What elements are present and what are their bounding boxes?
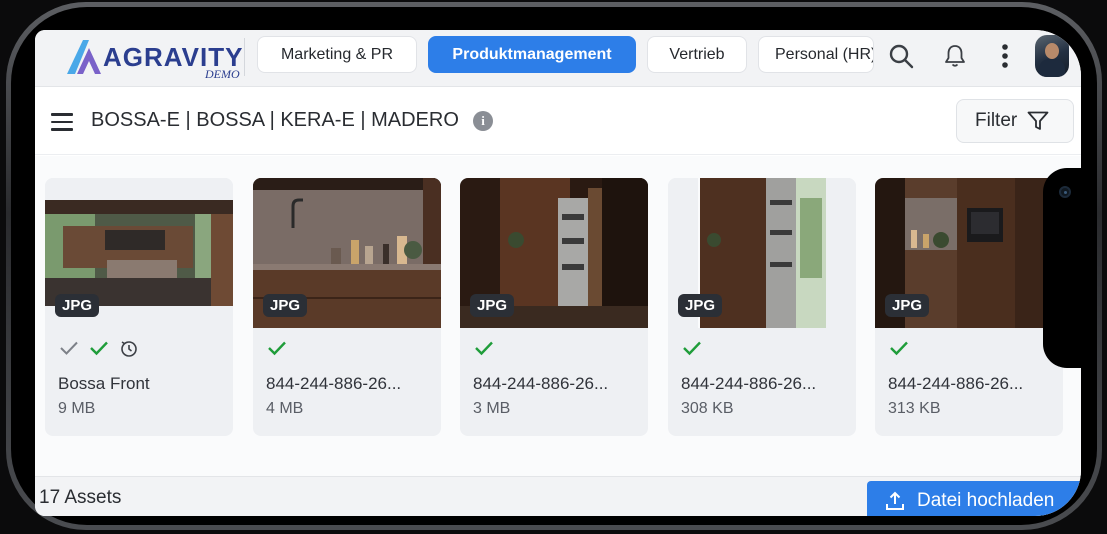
- file-type-badge: JPG: [55, 294, 100, 317]
- asset-name: 844-244-886-26...: [266, 374, 402, 393]
- camera-icon: [1059, 186, 1071, 198]
- more-vertical-icon[interactable]: [987, 38, 1023, 74]
- asset-card[interactable]: JPG 844-244-886-26... 4 MB: [253, 178, 441, 436]
- check-green-icon: [475, 341, 493, 356]
- file-type-badge: JPG: [470, 294, 515, 317]
- asset-name: 844-244-886-26...: [888, 374, 1024, 393]
- tab-vertrieb[interactable]: Vertrieb: [647, 36, 747, 73]
- history-icon: [121, 341, 137, 357]
- asset-card[interactable]: JPG 844-244-886-26... 313 KB: [875, 178, 1063, 436]
- check-green-icon: [90, 341, 108, 356]
- asset-status: [889, 338, 909, 358]
- check-green-icon: [890, 341, 908, 356]
- asset-status: [682, 338, 702, 358]
- upload-label: Datei hochladen: [917, 490, 1055, 511]
- top-bar: AGRAVITY DEMO Marketing & PR Produktmana…: [35, 30, 1081, 87]
- logo-mark-icon: [67, 40, 101, 74]
- tab-personal-hr[interactable]: Personal (HR): [758, 36, 874, 73]
- check-green-icon: [683, 341, 701, 356]
- collection-bar: BOSSA-E | BOSSA | KERA-E | MADERO i Filt…: [35, 87, 1081, 155]
- user-avatar[interactable]: [1035, 35, 1069, 77]
- asset-card[interactable]: JPG 844-244-886-26... 3 MB: [460, 178, 648, 436]
- tab-marketing-pr[interactable]: Marketing & PR: [257, 36, 417, 73]
- file-type-badge: JPG: [263, 294, 308, 317]
- asset-name: Bossa Front: [58, 374, 150, 393]
- check-green-icon: [268, 341, 286, 356]
- asset-card[interactable]: JPG 844-244-886-26... 308 KB: [668, 178, 856, 436]
- agravity-logo[interactable]: AGRAVITY DEMO: [65, 36, 242, 81]
- asset-status: [59, 338, 139, 358]
- asset-status: [474, 338, 494, 358]
- asset-size: 4 MB: [266, 400, 304, 417]
- asset-size: 9 MB: [58, 400, 96, 417]
- file-type-badge: JPG: [678, 294, 723, 317]
- asset-size: 313 KB: [888, 400, 941, 417]
- bell-icon[interactable]: [937, 38, 973, 74]
- menu-icon[interactable]: [51, 113, 73, 131]
- asset-size: 3 MB: [473, 400, 511, 417]
- asset-size: 308 KB: [681, 400, 734, 417]
- asset-grid: JPG Bossa Front 9 MB JPG 844-244-886-26.…: [35, 156, 1081, 496]
- filter-button[interactable]: Filter: [956, 99, 1074, 143]
- asset-name: 844-244-886-26...: [473, 374, 609, 393]
- footer-bar: 17 Assets Datei hochladen: [35, 476, 1081, 516]
- camera-notch: [1043, 168, 1093, 368]
- assets-count: 17 Assets: [39, 487, 122, 508]
- header-divider: [244, 38, 245, 76]
- filter-label: Filter: [975, 110, 1018, 131]
- upload-button[interactable]: Datei hochladen: [867, 481, 1081, 516]
- info-icon[interactable]: i: [473, 111, 493, 131]
- logo-sub: DEMO: [205, 67, 240, 81]
- check-gray-icon: [60, 341, 78, 355]
- upload-icon: [886, 491, 904, 510]
- filter-icon: [1027, 111, 1049, 130]
- file-type-badge: JPG: [885, 294, 930, 317]
- app-screen: AGRAVITY DEMO Marketing & PR Produktmana…: [35, 30, 1081, 516]
- asset-name: 844-244-886-26...: [681, 374, 817, 393]
- search-icon[interactable]: [883, 38, 919, 74]
- asset-card[interactable]: JPG Bossa Front 9 MB: [45, 178, 233, 436]
- tab-produktmanagement[interactable]: Produktmanagement: [428, 36, 636, 73]
- collection-breadcrumb: BOSSA-E | BOSSA | KERA-E | MADERO: [91, 109, 459, 131]
- asset-status: [267, 338, 287, 358]
